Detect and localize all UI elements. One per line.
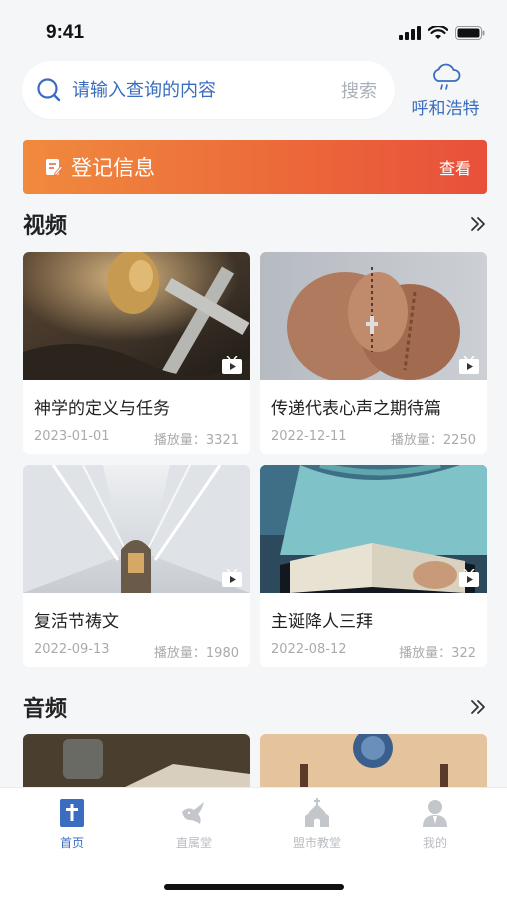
search-box[interactable]: 搜索 xyxy=(22,61,396,119)
tab-mine[interactable]: 我的 xyxy=(385,798,485,851)
video-section-title: 视频 xyxy=(23,214,68,239)
audio-card[interactable] xyxy=(260,734,487,788)
signal-icon xyxy=(399,26,421,40)
video-title: 主诞降人三拜 xyxy=(271,612,373,632)
video-card[interactable]: 主诞降人三拜 2022-08-12 播放量：322 xyxy=(260,465,487,667)
edit-note-icon xyxy=(46,159,63,176)
cloud-rain-icon xyxy=(432,63,460,90)
weather-widget[interactable]: 呼和浩特 xyxy=(401,62,490,119)
video-plays: 播放量：1980 xyxy=(153,646,239,661)
bible-icon xyxy=(60,799,84,827)
weather-city: 呼和浩特 xyxy=(411,98,480,119)
tab-label: 我的 xyxy=(422,836,447,850)
thumbnail-image xyxy=(23,465,250,593)
audio-thumbnail-image xyxy=(260,734,487,788)
video-card[interactable]: 神学的定义与任务 2023-01-01 播放量：3321 xyxy=(23,252,250,454)
video-thumbnail-cross-chalice xyxy=(23,252,250,380)
home-indicator xyxy=(164,884,344,890)
video-meta: 2022-08-12 播放量：322 xyxy=(260,632,487,661)
audio-list xyxy=(23,734,487,788)
thumbnail-image xyxy=(260,252,487,380)
thumbnail-image xyxy=(23,252,250,380)
video-title: 复活节祷文 xyxy=(34,612,119,632)
dove-icon xyxy=(182,802,204,824)
status-icons xyxy=(399,26,485,40)
video-plays: 播放量：2250 xyxy=(390,433,476,448)
video-meta: 2022-09-13 播放量：1980 xyxy=(23,632,250,661)
tab-label: 直属堂 xyxy=(175,836,212,850)
register-banner[interactable]: 登记信息 查看 xyxy=(23,140,487,194)
audio-section-header: 音频 xyxy=(23,690,487,724)
audio-section-title: 音频 xyxy=(23,697,68,722)
video-plays: 播放量：322 xyxy=(399,646,476,661)
audio-card[interactable] xyxy=(23,734,250,788)
search-row: 搜索 呼和浩特 xyxy=(22,60,490,120)
tab-direct-church[interactable]: 直属堂 xyxy=(144,798,244,851)
video-plays: 播放量：3321 xyxy=(153,433,239,448)
tab-label: 首页 xyxy=(59,836,84,850)
video-meta: 2022-12-11 播放量：2250 xyxy=(260,419,487,448)
video-meta: 2023-01-01 播放量：3321 xyxy=(23,419,250,448)
video-title: 传递代表心声之期待篇 xyxy=(271,399,441,419)
video-date: 2023-01-01 xyxy=(34,429,110,444)
video-thumbnail-praying-hands xyxy=(260,252,487,380)
church-icon xyxy=(305,798,329,827)
register-view-link[interactable]: 查看 xyxy=(439,155,471,179)
video-card[interactable]: 复活节祷文 2022-09-13 播放量：1980 xyxy=(23,465,250,667)
search-button[interactable]: 搜索 xyxy=(341,77,377,103)
double-chevron-right-icon[interactable] xyxy=(469,215,487,233)
tab-city-churches[interactable]: 盟市教堂 xyxy=(267,798,367,851)
tab-home[interactable]: 首页 xyxy=(22,798,122,851)
video-card[interactable]: 传递代表心声之期待篇 2022-12-11 播放量：2250 xyxy=(260,252,487,454)
double-chevron-right-icon[interactable] xyxy=(469,698,487,716)
video-badge-icon xyxy=(222,356,242,374)
audio-thumbnail-image xyxy=(23,734,250,788)
battery-icon xyxy=(455,26,485,40)
status-bar: 9:41 xyxy=(0,0,507,62)
video-date: 2022-08-12 xyxy=(271,642,347,657)
register-left: 登记信息 xyxy=(45,152,155,182)
video-badge-icon xyxy=(222,569,242,587)
video-section-header: 视频 xyxy=(23,207,487,241)
user-icon xyxy=(423,800,447,827)
bottom-tab-bar: 首页 直属堂 盟市教堂 我的 xyxy=(0,787,507,900)
tab-label: 盟市教堂 xyxy=(292,836,341,850)
search-input[interactable] xyxy=(72,79,342,101)
video-date: 2022-12-11 xyxy=(271,429,347,444)
video-badge-icon xyxy=(459,356,479,374)
video-thumbnail-church-interior xyxy=(23,465,250,593)
video-thumbnail-reading-bible xyxy=(260,465,487,593)
search-icon xyxy=(37,78,61,102)
status-time: 9:41 xyxy=(46,22,85,43)
video-title: 神学的定义与任务 xyxy=(34,399,170,419)
thumbnail-image xyxy=(260,465,487,593)
wifi-icon xyxy=(428,26,448,39)
video-badge-icon xyxy=(459,569,479,587)
register-title: 登记信息 xyxy=(71,156,155,180)
video-date: 2022-09-13 xyxy=(34,642,110,657)
